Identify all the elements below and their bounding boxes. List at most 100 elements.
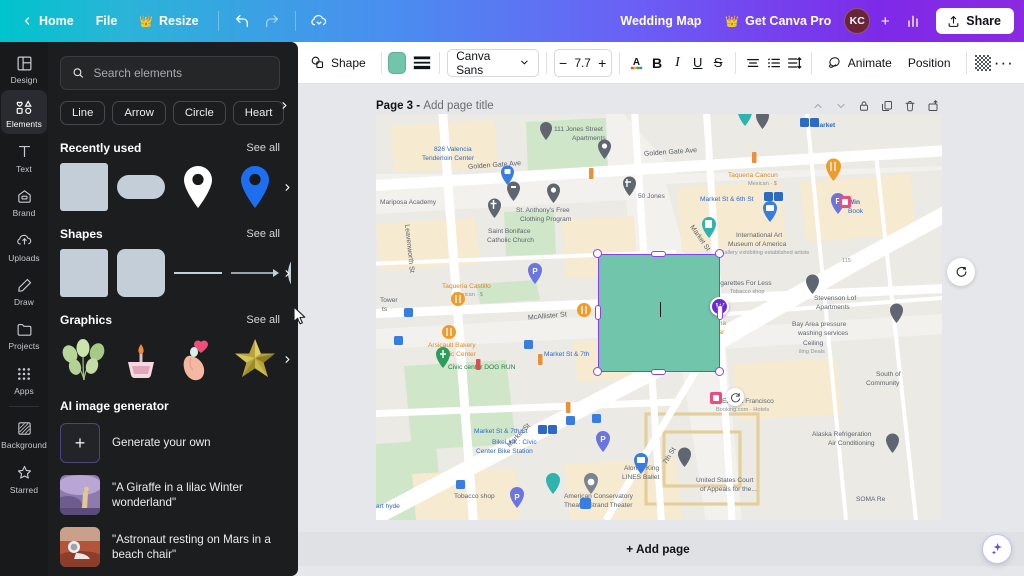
page-title[interactable]: Page 3 - Add page title xyxy=(376,100,494,112)
panel-resize-handle[interactable] xyxy=(291,42,298,576)
document-title[interactable]: Wedding Map xyxy=(609,8,712,34)
recent-square-shape[interactable] xyxy=(60,163,108,211)
move-page-up-button[interactable] xyxy=(808,96,827,115)
sidebar-item-starred[interactable]: Starred xyxy=(1,456,47,499)
see-all-recently-used[interactable]: See all xyxy=(246,142,280,154)
map-image[interactable]: Golden Gate Ave Golden Gate Ave Leavenwo… xyxy=(376,114,942,520)
resize-handle-left[interactable] xyxy=(595,305,601,320)
resize-handle-top-right[interactable] xyxy=(715,249,724,258)
resize-handle-bottom-left[interactable] xyxy=(593,367,602,376)
sidebar-item-uploads[interactable]: Uploads xyxy=(1,224,47,267)
position-button[interactable]: Position xyxy=(900,49,959,77)
avatar[interactable]: KC xyxy=(844,8,870,34)
ai-prompt-astronaut[interactable]: "Astronaut resting on Mars in a beach ch… xyxy=(48,521,292,573)
undo-button[interactable] xyxy=(227,6,257,36)
ai-prompt-giraffe[interactable]: "A Giraffe in a lilac Winter wonderland" xyxy=(48,469,292,521)
font-size-decrease[interactable]: − xyxy=(555,50,572,76)
chip-arrow[interactable]: Arrow xyxy=(112,101,166,125)
sidebar-item-projects[interactable]: Projects xyxy=(1,312,47,355)
sidebar-item-background[interactable]: Background xyxy=(1,411,47,454)
underline-button[interactable]: U xyxy=(688,50,708,76)
italic-button[interactable]: I xyxy=(667,50,687,76)
expand-icon xyxy=(927,100,939,112)
animate-button[interactable]: Animate xyxy=(819,49,900,77)
cloud-save-button[interactable] xyxy=(304,6,334,36)
get-canva-pro-button[interactable]: 👑 Get Canva Pro xyxy=(714,8,842,34)
elements-icon xyxy=(14,97,34,117)
shape-button[interactable]: Shape xyxy=(302,49,374,77)
add-collaborator-button[interactable]: + xyxy=(874,10,896,32)
recently-used-next-button[interactable] xyxy=(278,174,292,200)
shape-square[interactable] xyxy=(60,249,108,297)
transparency-button[interactable] xyxy=(973,50,993,76)
graphic-candle[interactable] xyxy=(117,335,165,383)
redo-button[interactable] xyxy=(257,6,287,36)
svg-text:P: P xyxy=(532,267,538,276)
sidebar-item-draw[interactable]: Draw xyxy=(1,268,47,311)
magic-studio-button[interactable] xyxy=(982,534,1012,564)
resize-handle-top[interactable] xyxy=(651,251,666,257)
map-refresh-badge[interactable] xyxy=(726,388,744,406)
text-color-button[interactable]: A xyxy=(627,50,647,76)
background-icon xyxy=(14,418,34,438)
duplicate-page-button[interactable] xyxy=(877,96,896,115)
search-input[interactable] xyxy=(93,66,268,80)
graphic-plant[interactable] xyxy=(60,335,108,383)
more-options-button[interactable]: ··· xyxy=(994,50,1014,76)
recent-white-map-pin[interactable] xyxy=(174,163,222,211)
rotate-shape-button[interactable] xyxy=(947,258,975,286)
resize-handle-bottom-right[interactable] xyxy=(715,367,724,376)
graphic-hand-heart[interactable] xyxy=(174,335,222,383)
resize-handle-bottom[interactable] xyxy=(651,369,666,375)
line-spacing-button[interactable] xyxy=(784,50,804,76)
file-menu-button[interactable]: File xyxy=(85,8,129,34)
line-style-button[interactable] xyxy=(412,50,432,76)
shape-line[interactable] xyxy=(174,249,222,297)
recent-blue-map-pin[interactable] xyxy=(231,163,279,211)
font-size-stepper[interactable]: − 7.7 + xyxy=(554,49,612,77)
font-size-value[interactable]: 7.7 xyxy=(572,56,594,70)
add-page-button[interactable]: + Add page xyxy=(626,542,689,556)
resize-button[interactable]: 👑 Resize xyxy=(128,8,209,34)
selected-shape[interactable]: W xyxy=(598,254,720,372)
home-button[interactable]: Home xyxy=(10,8,85,34)
font-family-select[interactable]: Canva Sans xyxy=(447,49,539,77)
expand-page-button[interactable] xyxy=(923,96,942,115)
graphics-next-button[interactable] xyxy=(278,346,292,372)
shapes-next-button[interactable] xyxy=(278,260,292,286)
sidebar-item-design[interactable]: Design xyxy=(1,46,47,89)
list-icon xyxy=(766,55,782,71)
chip-line[interactable]: Line xyxy=(60,101,105,125)
lock-page-button[interactable] xyxy=(854,96,873,115)
insights-button[interactable] xyxy=(898,6,928,36)
ai-generate-your-own[interactable]: + Generate your own xyxy=(48,417,292,469)
search-box[interactable] xyxy=(60,56,280,90)
chips-next-button[interactable] xyxy=(274,93,292,117)
sidebar-item-brand[interactable]: Brand xyxy=(1,179,47,222)
shape-arrow[interactable] xyxy=(231,249,279,297)
share-button[interactable]: Share xyxy=(936,8,1014,34)
fill-color-swatch[interactable] xyxy=(388,52,406,74)
bold-button[interactable]: B xyxy=(647,50,667,76)
shape-rounded-square[interactable] xyxy=(117,249,165,297)
svg-text:P: P xyxy=(600,435,606,444)
chip-circle[interactable]: Circle xyxy=(173,101,226,125)
font-size-increase[interactable]: + xyxy=(594,50,611,76)
projects-icon xyxy=(14,319,34,339)
see-all-shapes[interactable]: See all xyxy=(246,228,280,240)
canva-editor: Home File 👑 Resize Wedding xyxy=(0,0,1024,576)
sidebar-item-text[interactable]: Text xyxy=(1,135,47,178)
resize-handle-right[interactable] xyxy=(717,305,723,320)
delete-page-button[interactable] xyxy=(900,96,919,115)
strikethrough-button[interactable]: S xyxy=(708,50,728,76)
graphic-star[interactable] xyxy=(231,335,279,383)
resize-handle-top-left[interactable] xyxy=(593,249,602,258)
recent-pill-shape[interactable] xyxy=(117,163,165,211)
sidebar-item-elements[interactable]: Elements xyxy=(1,90,47,133)
list-button[interactable] xyxy=(763,50,783,76)
text-align-button[interactable] xyxy=(743,50,763,76)
move-page-down-button[interactable] xyxy=(831,96,850,115)
page-canvas[interactable]: Golden Gate Ave Golden Gate Ave Leavenwo… xyxy=(376,114,942,520)
see-all-graphics[interactable]: See all xyxy=(246,314,280,326)
sidebar-item-apps[interactable]: Apps xyxy=(1,357,47,400)
